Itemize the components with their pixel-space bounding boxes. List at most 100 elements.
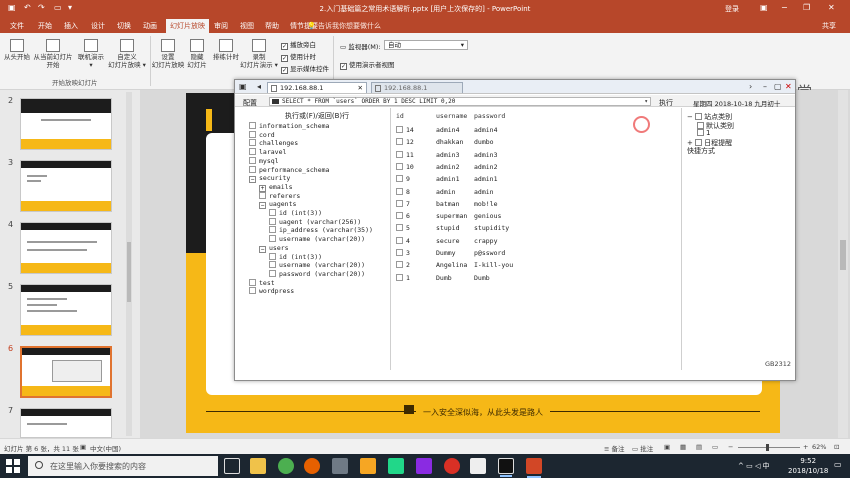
chevron-down-icon[interactable]: ▾: [644, 98, 648, 105]
exec-current-link[interactable]: 执行或(F)/返回(B)行: [285, 111, 349, 121]
execute-button[interactable]: 执行: [659, 98, 673, 108]
row-checkbox[interactable]: [396, 150, 403, 158]
presenter-view-checkbox[interactable]: 使用演示者视图: [340, 59, 395, 70]
tree-node[interactable]: challenges: [249, 139, 298, 147]
pycharm-icon[interactable]: [388, 458, 404, 474]
tree-node[interactable]: cord: [249, 130, 275, 139]
tree-checkbox[interactable]: [249, 287, 256, 295]
clock[interactable]: 9:52 2018/10/18: [788, 456, 828, 476]
tree-checkbox[interactable]: [269, 252, 276, 260]
column-header-username[interactable]: username: [436, 112, 467, 120]
forward-icon[interactable]: ›: [749, 82, 752, 91]
row-checkbox[interactable]: [396, 212, 403, 220]
table-row[interactable]: 5 stupid stupidity: [392, 222, 682, 234]
slide-thumbnail-selected[interactable]: [20, 346, 112, 398]
minimize-icon[interactable]: –: [763, 82, 767, 91]
tree-node[interactable]: − users: [259, 244, 289, 253]
row-checkbox[interactable]: [396, 162, 403, 170]
tree-checkbox[interactable]: [259, 191, 266, 199]
zoom-slider-thumb[interactable]: [766, 444, 769, 451]
connection-tab-active[interactable]: 192.168.88.1 ✕: [267, 82, 367, 93]
language[interactable]: 中文(中国): [90, 443, 121, 453]
spellcheck-icon[interactable]: ▣: [80, 443, 86, 451]
tree-checkbox[interactable]: [249, 278, 256, 286]
tab-review[interactable]: 审阅: [214, 21, 228, 31]
play-narrations-checkbox[interactable]: 播放旁白: [281, 39, 316, 50]
close-icon[interactable]: ✕: [828, 3, 835, 12]
normal-view-icon[interactable]: ▣: [664, 443, 670, 451]
minimize-icon[interactable]: −: [781, 3, 788, 12]
tree-node[interactable]: id (int(3)): [269, 252, 322, 261]
firefox-icon[interactable]: [304, 458, 320, 474]
close-tab-icon[interactable]: ✕: [358, 84, 363, 92]
table-row[interactable]: 1 Dumb Dumb: [392, 272, 682, 284]
expand-toggle-icon[interactable]: −: [249, 176, 256, 184]
volume-icon[interactable]: ◁: [755, 462, 763, 470]
table-row[interactable]: 6 superman genious: [392, 210, 682, 222]
tell-me-search[interactable]: 💡 告诉我你想要做什么: [307, 21, 381, 31]
scrollbar-thumb[interactable]: [127, 242, 131, 302]
tree-checkbox[interactable]: [269, 269, 276, 277]
ime-indicator[interactable]: 中: [763, 462, 770, 470]
tree-checkbox[interactable]: [269, 209, 276, 216]
tree-node[interactable]: password (varchar(20)): [269, 269, 365, 278]
zoom-level[interactable]: 62%: [812, 443, 826, 451]
login-link[interactable]: 登录: [725, 4, 739, 14]
phpstorm-icon[interactable]: [416, 458, 432, 474]
typora-icon[interactable]: [470, 458, 486, 474]
tab-insert[interactable]: 插入: [64, 21, 78, 31]
table-row[interactable]: 7 batman mob!le: [392, 198, 682, 210]
notes-button[interactable]: ≡ 备注: [604, 443, 625, 453]
table-row[interactable]: 2 Angelina I-kill-you: [392, 259, 682, 271]
canvas-scrollbar[interactable]: [838, 90, 848, 438]
netease-icon[interactable]: [444, 458, 460, 474]
slide-thumbnail[interactable]: [20, 98, 112, 150]
tab-help[interactable]: 帮助: [265, 21, 279, 31]
record-slideshow-button[interactable]: 录制 幻灯片演示 ▾: [240, 39, 278, 69]
task-view-icon[interactable]: [224, 458, 240, 474]
rehearse-timings-button[interactable]: 排练计时: [211, 39, 241, 61]
row-checkbox[interactable]: [396, 175, 403, 183]
tree-node[interactable]: username (varchar(20)): [269, 235, 365, 243]
taskbar-search[interactable]: 在这里输入你要搜索的内容: [28, 456, 218, 476]
tree-checkbox[interactable]: [249, 130, 256, 138]
slide-thumbnail[interactable]: [20, 284, 112, 336]
maximize-icon[interactable]: ❐: [803, 3, 810, 12]
column-header-id[interactable]: id: [396, 112, 404, 120]
row-checkbox[interactable]: [396, 236, 403, 244]
connection-tab[interactable]: 192.168.88.1: [371, 82, 463, 93]
tab-file[interactable]: 文件: [10, 21, 24, 31]
table-row[interactable]: 11 admin3 admin3: [392, 149, 682, 161]
tree-node[interactable]: wordpress: [249, 287, 294, 295]
tree-node[interactable]: uagent (varchar(256)): [269, 217, 361, 226]
expand-toggle-icon[interactable]: −: [687, 113, 695, 121]
zoom-out-icon[interactable]: −: [728, 443, 733, 451]
row-checkbox[interactable]: [396, 187, 403, 195]
category-item[interactable]: 快捷方式: [687, 146, 715, 156]
comments-button[interactable]: ▭ 批注: [632, 443, 653, 453]
slide-thumbnail[interactable]: [20, 222, 112, 274]
hide-slide-button[interactable]: 隐藏 幻灯片: [184, 39, 210, 69]
tree-checkbox[interactable]: [249, 148, 256, 156]
tab-home[interactable]: 开始: [38, 21, 52, 31]
tab-transitions[interactable]: 切换: [117, 21, 131, 31]
scrollbar-thumb[interactable]: [840, 240, 846, 270]
expand-toggle-icon[interactable]: −: [259, 202, 266, 210]
row-checkbox[interactable]: [396, 261, 403, 269]
tree-node[interactable]: test: [249, 278, 275, 287]
tree-node[interactable]: laravel: [249, 148, 286, 156]
sql-tool-task-icon[interactable]: [498, 458, 514, 477]
tree-checkbox[interactable]: [249, 156, 256, 164]
slide-thumbnail[interactable]: [20, 408, 112, 438]
tree-node[interactable]: username (varchar(20)): [269, 261, 365, 269]
tree-node[interactable]: information_schema: [249, 122, 329, 130]
tree-node[interactable]: performance_schema: [249, 165, 329, 174]
config-button[interactable]: 配置: [243, 98, 257, 108]
tree-node[interactable]: mysql: [249, 156, 279, 165]
tree-node[interactable]: − uagents: [259, 200, 296, 210]
from-current-button[interactable]: 从当前幻灯片 开始: [32, 39, 74, 69]
fit-slide-icon[interactable]: ⊡: [834, 443, 839, 451]
windows-start-icon[interactable]: [6, 459, 20, 473]
from-beginning-button[interactable]: 从头开始: [2, 39, 32, 61]
row-checkbox[interactable]: [396, 126, 403, 133]
